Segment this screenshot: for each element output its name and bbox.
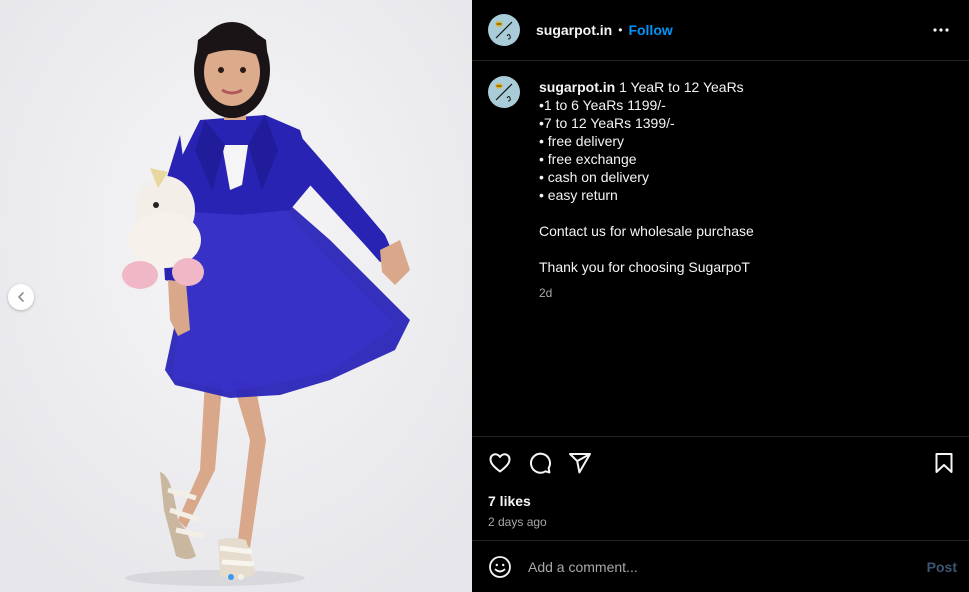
caption-line: • free exchange [539, 151, 637, 167]
comment-bar: Post [472, 540, 969, 592]
emoji-icon[interactable] [488, 555, 512, 579]
caption-line: Thank you for choosing SugarpoT [539, 259, 750, 275]
comment-icon[interactable] [528, 451, 552, 475]
caption-line-text: 1 YeaR to 12 YeaRs [619, 79, 744, 95]
post-comment-button[interactable]: Post [927, 559, 957, 575]
post-photo [0, 0, 472, 592]
more-options-icon [933, 28, 949, 32]
previous-slide-button[interactable] [8, 284, 34, 310]
brand-logo-icon [495, 21, 513, 40]
caption-line: • easy return [539, 187, 618, 203]
slide-indicator [0, 574, 472, 580]
post-date[interactable]: 2 days ago [488, 515, 547, 529]
post-actions: 7 likes 2 days ago [472, 436, 969, 540]
follow-button[interactable]: Follow [628, 22, 672, 38]
caption-line: •7 to 12 YeaRs 1399/- [539, 115, 675, 131]
action-buttons [488, 451, 592, 475]
brand-logo-icon [495, 83, 513, 102]
slide-dot [228, 574, 234, 580]
avatar[interactable] [488, 14, 520, 46]
chevron-left-icon [18, 292, 24, 302]
caption-line: •1 to 6 YeaRs 1199/- [539, 97, 666, 113]
post-panel: sugarpot.in • Follow sugarpot.in 1 YeaR … [472, 0, 969, 592]
header-separator: • [618, 23, 623, 37]
caption-line: Contact us for wholesale purchase [539, 223, 754, 239]
heart-icon[interactable] [488, 451, 512, 475]
post-media[interactable] [0, 0, 472, 592]
caption-text: sugarpot.in 1 YeaR to 12 YeaRs •1 to 6 Y… [539, 78, 949, 302]
comment-input[interactable] [528, 557, 908, 577]
caption-username[interactable]: sugarpot.in [539, 79, 615, 95]
caption-line: • free delivery [539, 133, 625, 149]
bookmark-icon[interactable] [932, 451, 956, 475]
more-options-button[interactable] [929, 18, 953, 42]
caption-line: • cash on delivery [539, 169, 649, 185]
post-username[interactable]: sugarpot.in [536, 22, 612, 38]
like-count[interactable]: 7 likes [488, 493, 531, 509]
caption-timestamp[interactable]: 2d [539, 284, 949, 302]
caption-line: sugarpot.in 1 YeaR to 12 YeaRs [539, 78, 949, 96]
post-header: sugarpot.in • Follow [472, 0, 969, 61]
caption-section: sugarpot.in 1 YeaR to 12 YeaRs •1 to 6 Y… [488, 76, 953, 431]
share-icon[interactable] [568, 451, 592, 475]
slide-dot [238, 574, 244, 580]
avatar[interactable] [488, 76, 520, 108]
